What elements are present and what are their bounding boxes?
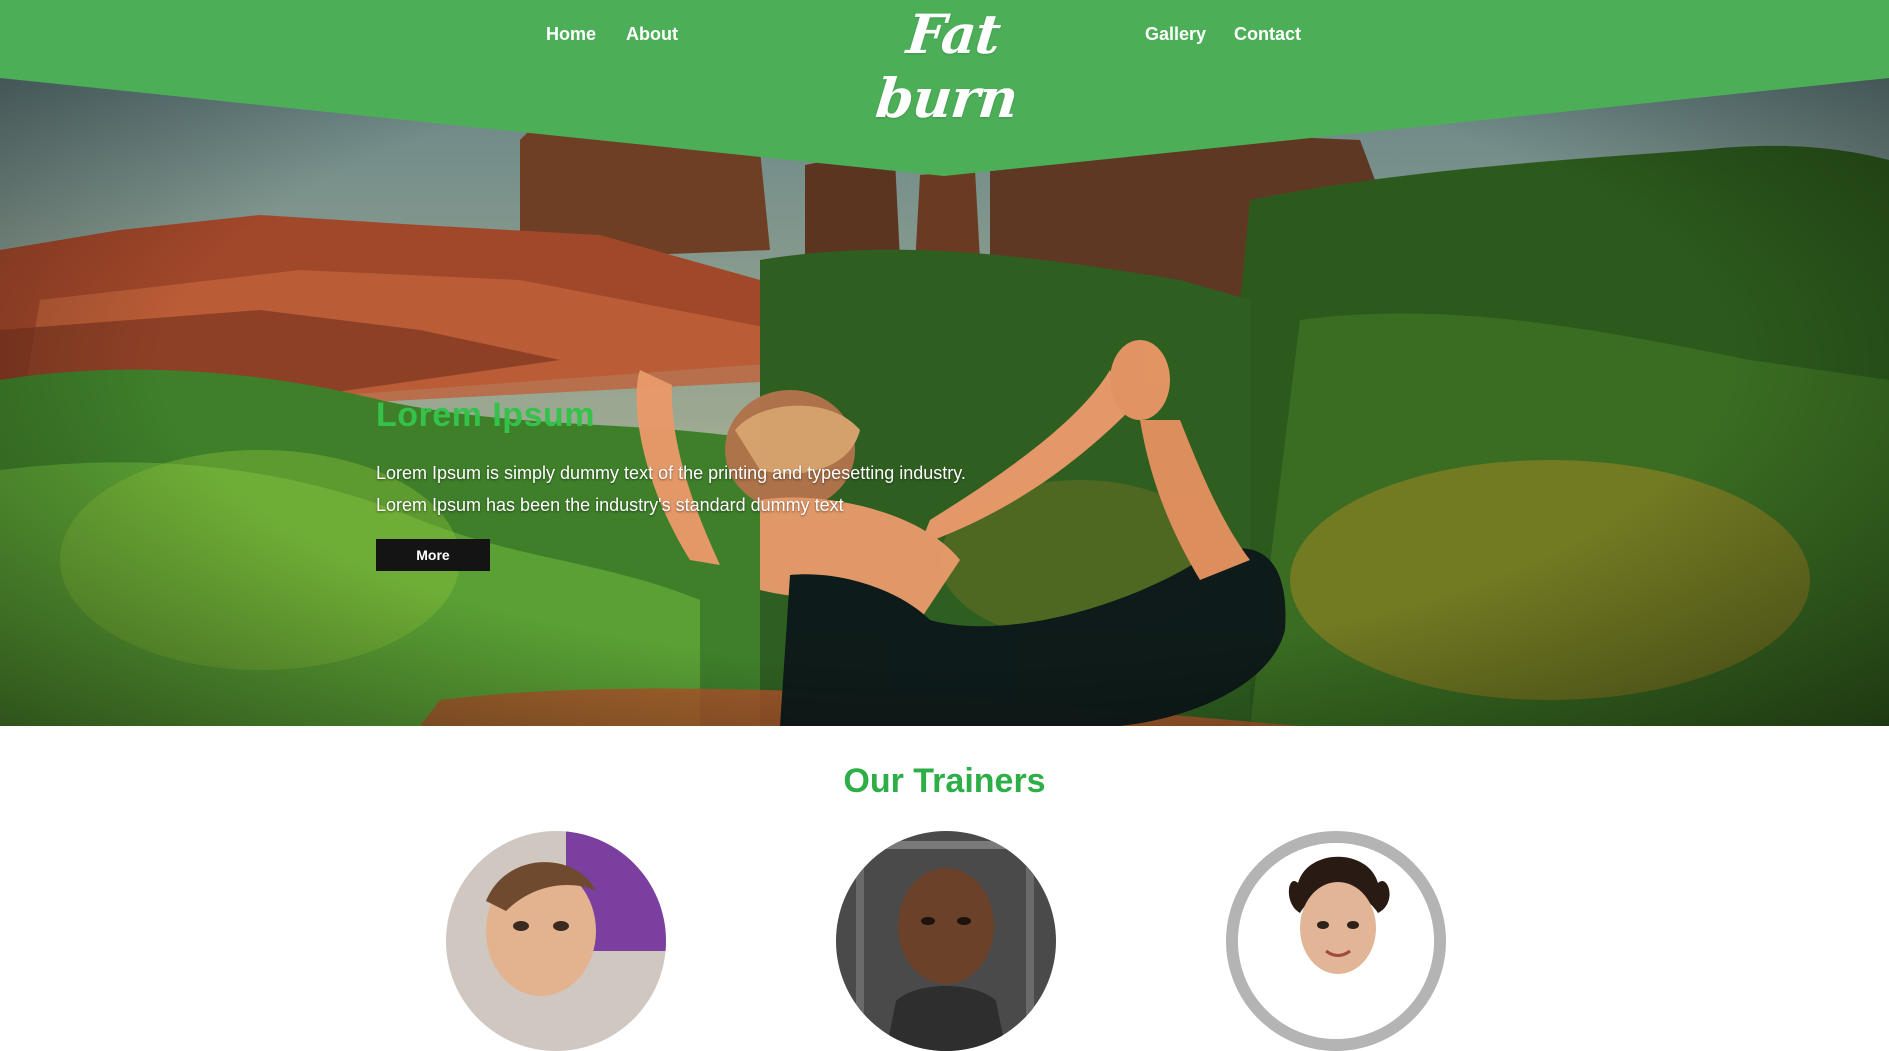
more-button[interactable]: More bbox=[376, 539, 490, 571]
nav-contact[interactable]: Contact bbox=[1234, 24, 1301, 45]
hero-title: Lorem Ipsum bbox=[376, 396, 595, 434]
trainer-photo-3 bbox=[1238, 843, 1434, 1039]
hero-text-line-1: Lorem Ipsum is simply dummy text of the … bbox=[376, 463, 966, 483]
hero-description: Lorem Ipsum is simply dummy text of the … bbox=[376, 457, 966, 521]
trainer-photo-2 bbox=[836, 831, 1056, 1051]
nav-gallery[interactable]: Gallery bbox=[1145, 24, 1206, 45]
trainer-card-2[interactable] bbox=[836, 831, 1056, 1051]
hero-content: Lorem Ipsum Lorem Ipsum is simply dummy … bbox=[376, 396, 966, 571]
nav-home[interactable]: Home bbox=[546, 24, 596, 45]
trainers-title: Our Trainers bbox=[843, 762, 1046, 800]
main-navigation: Home About Fat burn Gallery Contact bbox=[0, 0, 1889, 130]
trainer-photo-1 bbox=[446, 831, 666, 1051]
site-logo[interactable]: Fat burn bbox=[853, 2, 1046, 130]
hero-text-line-2: Lorem Ipsum has been the industry's stan… bbox=[376, 495, 844, 515]
nav-about[interactable]: About bbox=[626, 24, 678, 45]
trainer-card-3[interactable] bbox=[1226, 831, 1446, 1051]
trainer-card-1[interactable] bbox=[446, 831, 666, 1051]
